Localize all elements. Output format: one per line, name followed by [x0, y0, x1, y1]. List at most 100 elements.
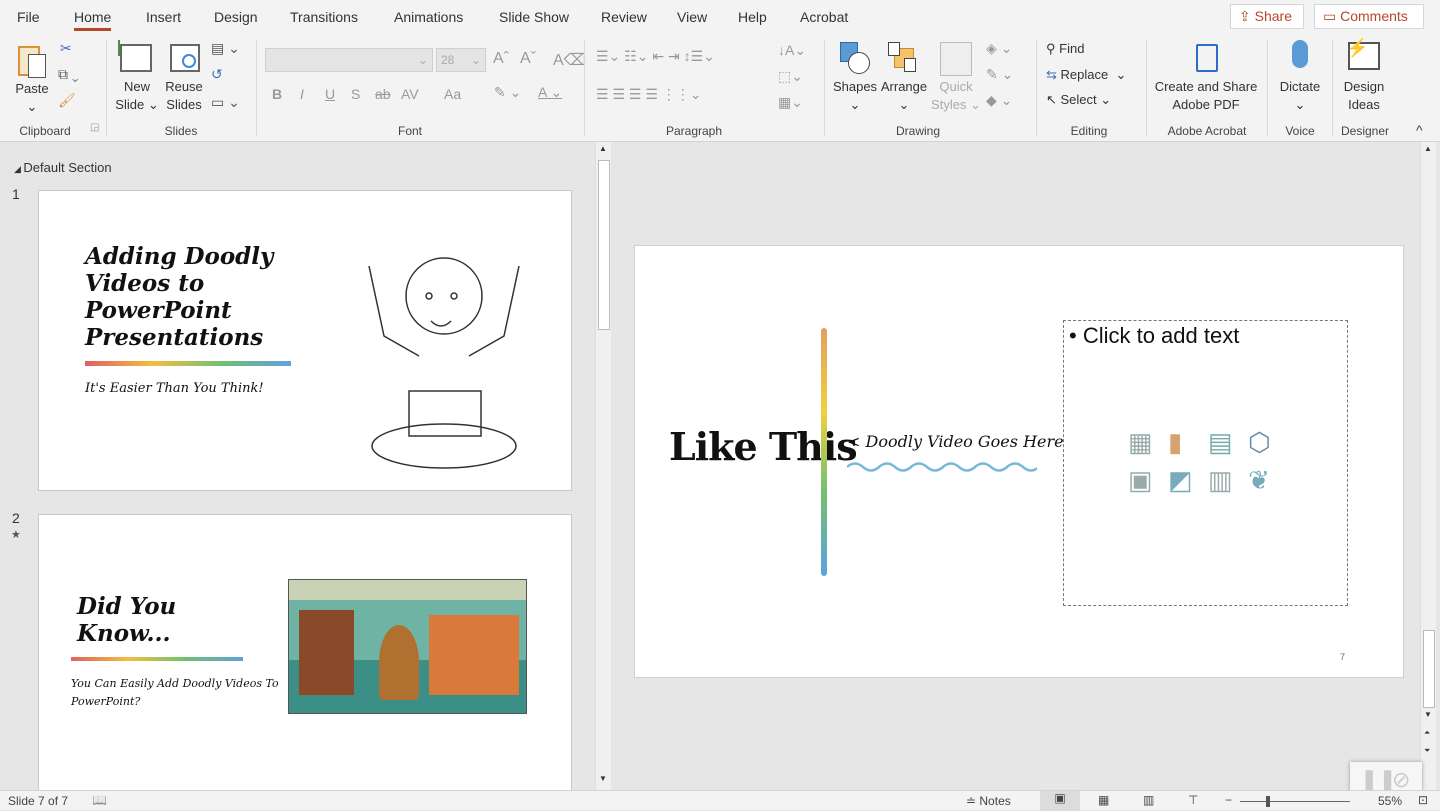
ribbon: Paste ⌄ ✂ ⧉ ⌄ 🖌 Clipboard ◲ New Slide ⌄ Re…: [0, 34, 1440, 142]
spell-check-icon[interactable]: 📖: [92, 793, 107, 807]
tab-animations[interactable]: Animations: [394, 9, 463, 25]
font-size-dropdown[interactable]: 28 ⌄: [436, 48, 486, 72]
tab-file[interactable]: File: [17, 9, 40, 25]
italic-button[interactable]: I: [300, 86, 304, 102]
editor-scrollbar[interactable]: ▲ ▼ ⏶ ⏷: [1420, 142, 1436, 790]
thumbnails-scrollbar[interactable]: ▲ ▼: [595, 142, 611, 790]
zoom-slider[interactable]: [1240, 796, 1350, 807]
shape-fill-icon[interactable]: ◈ ⌄: [986, 40, 1012, 57]
increase-font-icon[interactable]: Aˆ: [493, 50, 509, 68]
rainbow-underline: [85, 361, 291, 366]
find-button[interactable]: ⚲ Find: [1046, 40, 1084, 58]
tab-help[interactable]: Help: [738, 9, 767, 25]
reuse-slides-button[interactable]: Reuse Slides: [162, 78, 206, 114]
copy-icon[interactable]: ⧉ ⌄: [58, 66, 79, 83]
scrollbar-thumb[interactable]: [598, 160, 610, 330]
content-placeholder[interactable]: • Click to add text ▦ ▮ ▤ ⬡ ▣ ◩ ▥ ❦: [1063, 320, 1348, 606]
clear-format-icon[interactable]: A⌫: [553, 50, 586, 70]
placeholder-text[interactable]: • Click to add text: [1069, 323, 1239, 349]
tab-review[interactable]: Review: [601, 9, 647, 25]
insert-3d-model-icon[interactable]: ⬡: [1248, 427, 1288, 457]
tab-insert[interactable]: Insert: [146, 9, 181, 25]
tab-transitions[interactable]: Transitions: [290, 9, 358, 25]
insert-smartart-icon[interactable]: ▤: [1208, 427, 1248, 457]
create-pdf-button[interactable]: Create and Share Adobe PDF: [1150, 78, 1262, 114]
format-painter-icon[interactable]: 🖌: [58, 92, 76, 109]
notes-icon: ≐: [966, 794, 980, 808]
tab-acrobat[interactable]: Acrobat: [800, 9, 848, 25]
arrange-icon: [888, 42, 920, 74]
change-case-button[interactable]: Aa: [444, 86, 461, 102]
replace-button[interactable]: ⇆ Replace ⌄: [1046, 66, 1126, 84]
scroll-down-icon[interactable]: ▼: [599, 774, 607, 783]
tab-view[interactable]: View: [677, 9, 707, 25]
align-text-icon[interactable]: ⬚⌄: [778, 68, 803, 85]
font-name-dropdown[interactable]: ⌄: [265, 48, 433, 72]
insert-table-icon[interactable]: ▦: [1128, 427, 1168, 457]
spacing-button[interactable]: AV: [401, 86, 419, 102]
collapse-ribbon-icon[interactable]: ^: [1416, 122, 1423, 138]
comments-button[interactable]: ▭ Comments: [1314, 4, 1424, 29]
shape-effects-icon[interactable]: ◆ ⌄: [986, 92, 1012, 109]
shape-outline-icon[interactable]: ✎ ⌄: [986, 66, 1013, 83]
tab-slide-show[interactable]: Slide Show: [499, 9, 569, 25]
comment-icon: ▭: [1323, 8, 1341, 24]
insert-chart-icon[interactable]: ▮: [1168, 427, 1208, 457]
slide-title[interactable]: Like This: [669, 424, 858, 469]
text-direction-icon[interactable]: ↓A⌄: [778, 42, 806, 59]
dialog-launcher-icon[interactable]: ◲: [90, 122, 99, 133]
zoom-out-button[interactable]: −: [1225, 793, 1232, 807]
scrollbar-thumb[interactable]: [1423, 630, 1435, 708]
share-button[interactable]: ⇪ Share: [1230, 4, 1304, 29]
scroll-up-icon[interactable]: ▲: [1424, 144, 1432, 153]
scroll-down-icon[interactable]: ▼: [1424, 710, 1432, 719]
underline-button[interactable]: U: [325, 86, 335, 102]
layout-icon[interactable]: ▤ ⌄: [211, 40, 240, 57]
slide-show-icon[interactable]: ⊤: [1188, 793, 1198, 807]
smartart-icon[interactable]: ▦⌄: [778, 94, 803, 111]
video-caption[interactable]: < Doodly Video Goes Here: [847, 432, 1064, 451]
zoom-slider-thumb[interactable]: [1266, 796, 1270, 807]
insert-online-picture-icon[interactable]: ◩: [1168, 465, 1208, 495]
slide-counter: Slide 7 of 7: [8, 794, 69, 808]
design-ideas-button[interactable]: Design Ideas: [1338, 78, 1390, 114]
insert-picture-icon[interactable]: ▣: [1128, 465, 1168, 495]
replace-icon: ⇆: [1046, 67, 1061, 82]
tab-home[interactable]: Home: [74, 9, 112, 31]
section-icon[interactable]: ▭ ⌄: [211, 94, 240, 111]
paste-button[interactable]: Paste ⌄: [14, 80, 50, 116]
tab-design[interactable]: Design: [214, 9, 258, 25]
fit-to-window-icon[interactable]: ⊡: [1418, 793, 1428, 807]
slide-thumbnail-2[interactable]: Did You Know... You Can Easily Add Doodly…: [38, 514, 572, 794]
zoom-level[interactable]: 55%: [1378, 794, 1402, 808]
shadow-button[interactable]: S: [351, 86, 360, 102]
animation-star-icon: ★: [11, 529, 21, 541]
arrange-button[interactable]: Arrange ⌄: [880, 78, 928, 114]
next-slide-icon[interactable]: ⏷: [1424, 746, 1430, 756]
insert-icon-icon[interactable]: ❦: [1248, 465, 1288, 495]
quick-styles-button[interactable]: Quick Styles ⌄: [930, 78, 982, 114]
font-color-icon[interactable]: A ⌄: [538, 84, 562, 101]
bullets-icon[interactable]: ☰⌄ ☷⌄ ⇤ ⇥ ↕☰⌄: [596, 48, 715, 65]
menu-bar: File Home Insert Design Transitions Anim…: [0, 0, 1440, 34]
notes-button[interactable]: ≐ Notes: [966, 794, 1011, 808]
highlight-icon[interactable]: ✎ ⌄: [494, 84, 521, 101]
decrease-font-icon[interactable]: Aˇ: [520, 50, 536, 68]
insert-video-icon[interactable]: ▥: [1208, 465, 1248, 495]
strikethrough-button[interactable]: ab: [375, 86, 391, 102]
new-slide-button[interactable]: New Slide ⌄: [112, 78, 162, 114]
section-header[interactable]: ◢ Default Section: [14, 160, 112, 175]
cut-icon[interactable]: ✂: [60, 40, 72, 57]
dictate-button[interactable]: Dictate ⌄: [1274, 78, 1326, 114]
align-icons[interactable]: ☰ ☰ ☰ ☰ ⋮⋮⌄: [596, 86, 702, 103]
slide-thumbnail-1[interactable]: Adding Doodly Videos to PowerPoint Presenta…: [38, 190, 572, 491]
previous-slide-icon[interactable]: ⏶: [1424, 728, 1430, 738]
scroll-up-icon[interactable]: ▲: [599, 144, 607, 153]
reset-icon[interactable]: ↺: [211, 66, 223, 83]
slide-sorter-icon[interactable]: ▦: [1098, 793, 1109, 807]
shapes-button[interactable]: Shapes ⌄: [832, 78, 878, 114]
bold-button[interactable]: B: [272, 86, 282, 102]
normal-view-icon[interactable]: ▣: [1040, 791, 1080, 811]
reading-view-icon[interactable]: ▥: [1143, 793, 1154, 807]
select-button[interactable]: ↖ Select ⌄: [1046, 91, 1111, 109]
